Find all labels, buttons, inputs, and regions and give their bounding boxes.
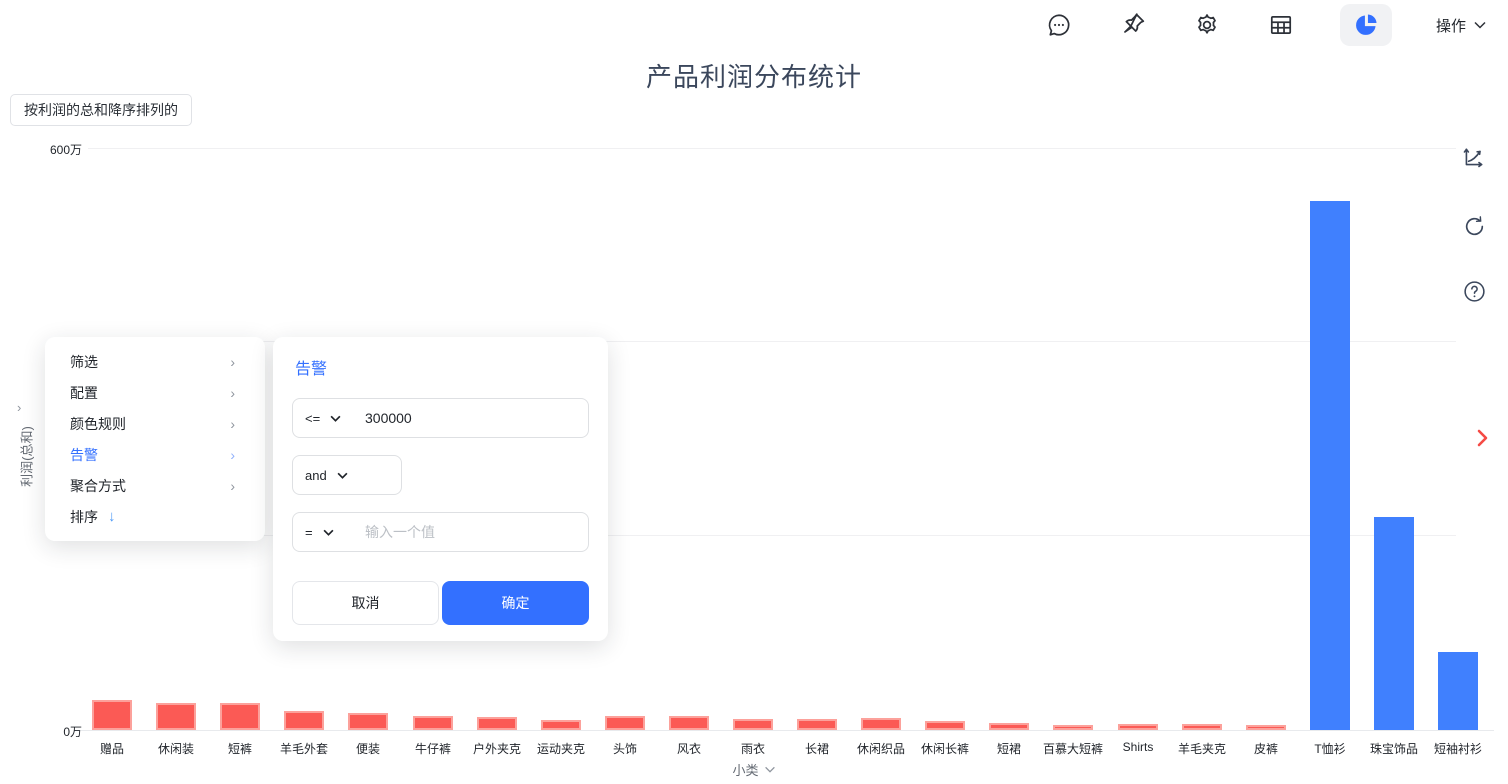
bar-头饰[interactable] <box>605 716 645 730</box>
menu-item-sort[interactable]: 排序 ↓ <box>45 501 265 532</box>
sort-order-badge: 按利润的总和降序排列的 <box>10 94 192 126</box>
chevron-down-icon <box>1474 21 1486 29</box>
page-title: 产品利润分布统计 <box>0 57 1508 94</box>
operator-label: <= <box>305 411 320 426</box>
menu-item-label: 颜色规则 <box>70 414 126 434</box>
confirm-button[interactable]: 确定 <box>442 581 589 625</box>
comment-icon[interactable] <box>1044 10 1074 40</box>
menu-item-label: 排序 <box>70 507 98 527</box>
condition-row-1: <= <box>292 398 589 438</box>
bar-运动夹克[interactable] <box>541 720 581 730</box>
menu-item-configure[interactable]: 配置 › <box>45 377 265 408</box>
refresh-icon[interactable] <box>1460 212 1488 240</box>
chevron-right-icon: › <box>230 354 235 370</box>
bar-Shirts[interactable] <box>1118 724 1158 730</box>
bar-风衣[interactable] <box>669 716 709 730</box>
chevron-down-icon <box>765 766 776 773</box>
condition-value-input-2[interactable] <box>365 524 576 540</box>
bar-牛仔裤[interactable] <box>413 716 453 730</box>
menu-item-filter[interactable]: 筛选 › <box>45 346 265 377</box>
actions-label: 操作 <box>1436 15 1466 36</box>
y-tick-top: 600万 <box>28 141 82 158</box>
chevron-down-icon <box>330 415 341 422</box>
connector-label: and <box>305 468 327 483</box>
pie-chart-icon[interactable] <box>1340 4 1392 46</box>
cancel-button[interactable]: 取消 <box>292 581 439 625</box>
chart-context-menu: 筛选 › 配置 › 颜色规则 › 告警 › 聚合方式 › 排序 ↓ <box>45 337 265 541</box>
connector-row: and <box>292 455 402 495</box>
bar-赠品[interactable] <box>92 700 132 730</box>
operator-label: = <box>305 525 313 540</box>
actions-dropdown[interactable]: 操作 <box>1436 15 1486 36</box>
operator-select-1[interactable]: <= <box>305 411 357 426</box>
chevron-right-icon: › <box>230 447 235 463</box>
menu-item-label: 告警 <box>70 445 98 465</box>
connector-select[interactable]: and <box>305 468 357 483</box>
table-icon[interactable] <box>1266 10 1296 40</box>
chevron-down-icon <box>323 529 334 536</box>
bar-休闲织品[interactable] <box>861 718 901 730</box>
y-axis-title: 利润(总和) <box>17 397 36 517</box>
bar-皮裤[interactable] <box>1246 725 1286 730</box>
x-axis-label: 短袖衬衫 <box>1413 740 1503 757</box>
chevron-right-icon: › <box>230 385 235 401</box>
condition-value-input-1[interactable] <box>365 410 576 426</box>
bar-长裙[interactable] <box>797 719 837 730</box>
bar-羊毛夹克[interactable] <box>1182 724 1222 730</box>
bar-短裙[interactable] <box>989 723 1029 730</box>
bar-百慕大短裤[interactable] <box>1053 725 1093 730</box>
bar-便装[interactable] <box>348 713 388 730</box>
help-icon[interactable] <box>1460 277 1488 305</box>
operator-select-2[interactable]: = <box>305 525 357 540</box>
bar-短袖衬衫[interactable] <box>1438 652 1478 730</box>
expand-panel-arrow-icon[interactable] <box>1476 429 1490 452</box>
alert-dialog: 告警 <= and = 取消 确定 <box>273 337 608 641</box>
menu-item-alert[interactable]: 告警 › <box>45 439 265 470</box>
chevron-right-icon: › <box>230 416 235 432</box>
dialog-title: 告警 <box>295 355 327 379</box>
x-axis-field-dropdown[interactable]: 小类 <box>732 760 775 779</box>
bar-羊毛外套[interactable] <box>284 711 324 730</box>
menu-item-color-rules[interactable]: 颜色规则 › <box>45 408 265 439</box>
menu-item-label: 配置 <box>70 383 98 403</box>
x-axis-labels: 赠品休闲装短裤羊毛外套便装牛仔裤户外夹克运动夹克头饰风衣雨衣长裙休闲织品休闲长裤… <box>80 740 1490 758</box>
top-toolbar: 操作 <box>1044 2 1486 48</box>
bar-T恤衫[interactable] <box>1310 201 1350 730</box>
bar-短裤[interactable] <box>220 703 260 730</box>
y-tick-bottom: 0万 <box>28 723 82 740</box>
menu-item-label: 聚合方式 <box>70 476 126 496</box>
chevron-right-icon: › <box>230 478 235 494</box>
x-axis-title: 小类 <box>732 760 758 779</box>
condition-row-2: = <box>292 512 589 552</box>
x-axis-line <box>80 730 1494 731</box>
gear-icon[interactable] <box>1192 10 1222 40</box>
sort-descending-icon: ↓ <box>108 508 116 525</box>
bar-珠宝饰品[interactable] <box>1374 517 1414 730</box>
bar-雨衣[interactable] <box>733 719 773 730</box>
trend-axis-icon[interactable] <box>1460 144 1488 172</box>
pin-icon[interactable] <box>1118 10 1148 40</box>
bar-休闲装[interactable] <box>156 703 196 730</box>
menu-item-aggregation[interactable]: 聚合方式 › <box>45 470 265 501</box>
menu-item-label: 筛选 <box>70 352 98 372</box>
bar-户外夹克[interactable] <box>477 717 517 730</box>
chevron-down-icon <box>337 472 348 479</box>
bar-休闲长裤[interactable] <box>925 721 965 730</box>
